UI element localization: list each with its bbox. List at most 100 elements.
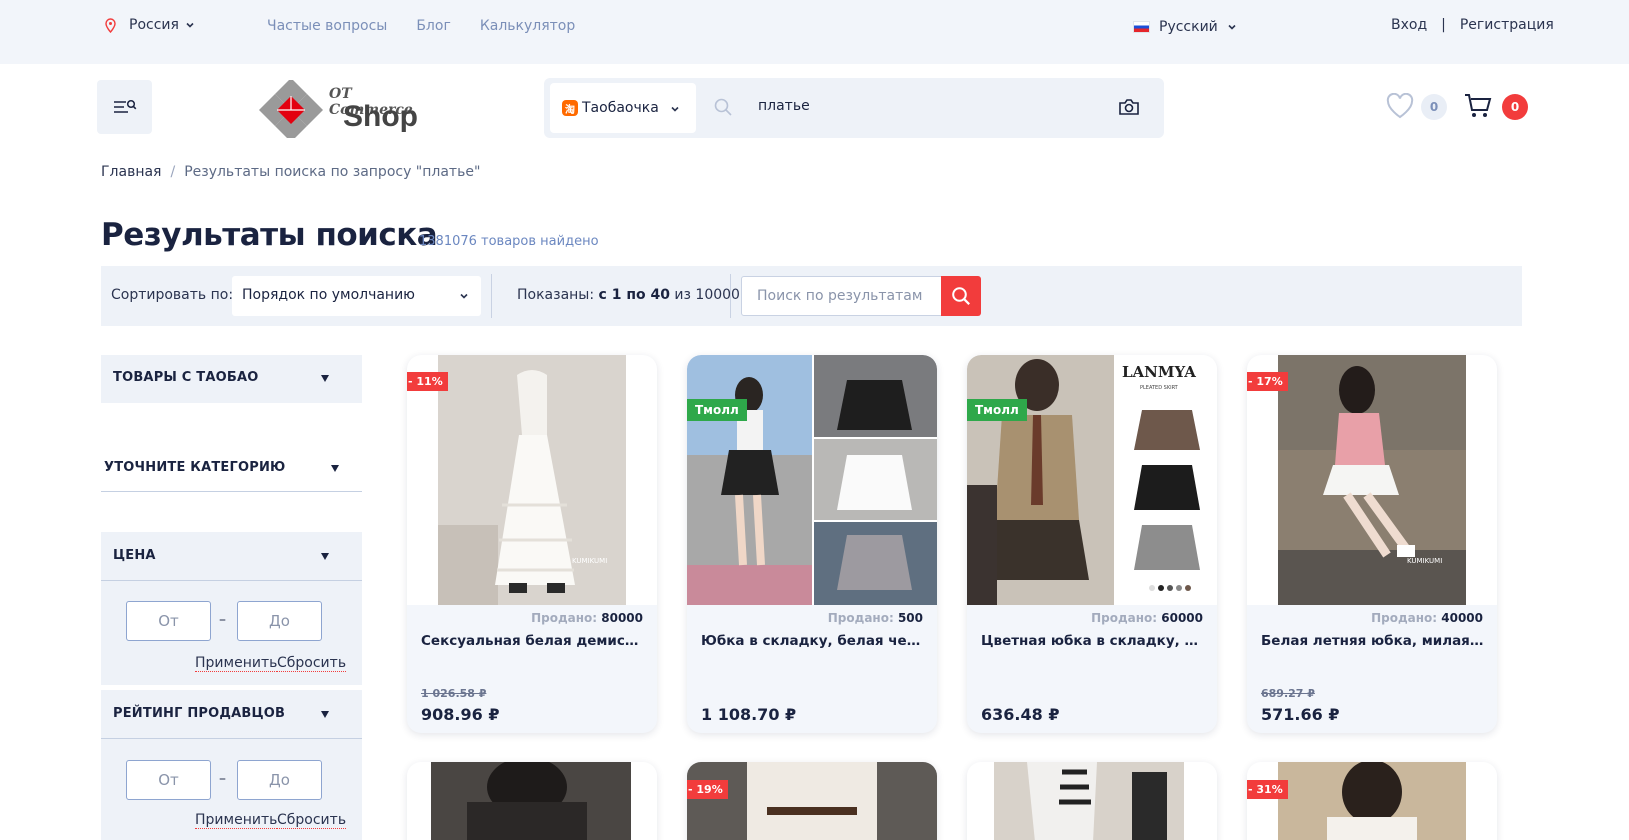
faq-link[interactable]: Частые вопросы — [267, 18, 387, 34]
divider — [101, 580, 362, 581]
tmall-badge: Тмолл — [967, 399, 1027, 421]
location-pin-icon — [105, 17, 116, 33]
sold-value: 80000 — [601, 611, 643, 625]
product-card[interactable]: KUMIKUMI - 11% Продано: 80000 Сексуальна… — [407, 355, 657, 733]
product-name[interactable]: Цветная юбка в складку, приталенная — [981, 633, 1205, 649]
login-link[interactable]: Вход — [1391, 17, 1427, 33]
breadcrumb: Главная / Результаты поиска по запросу "… — [101, 164, 480, 180]
sold-count: Продано: 500 — [828, 611, 923, 625]
language-label: Русский — [1159, 19, 1218, 35]
calculator-link[interactable]: Калькулятор — [480, 18, 575, 34]
site-logo[interactable]: OT Commerce Shop — [259, 78, 439, 142]
source-selector[interactable]: 淘 Таобаочка — [550, 83, 696, 133]
product-image[interactable] — [1247, 762, 1497, 840]
price-from-input[interactable]: От — [126, 601, 211, 641]
price-apply-link[interactable]: Применить — [195, 655, 278, 672]
old-price: 1 026.58 ₽ — [421, 687, 487, 700]
sold-label: Продано: — [1091, 611, 1158, 625]
heart-icon[interactable] — [1386, 93, 1414, 119]
product-image[interactable]: KUMIKUMI - 17% — [1247, 355, 1497, 605]
product-price: 1 108.70 ₽ — [701, 705, 797, 724]
chevron-down-icon — [671, 106, 679, 112]
triangle-down-icon — [321, 375, 329, 382]
image-watermark-text: KUMIKUMI — [1407, 557, 1442, 565]
filter-search-button[interactable] — [941, 276, 981, 316]
discount-badge: - 19% — [687, 780, 728, 799]
price-reset-link[interactable]: Сбросить — [277, 655, 347, 672]
sort-label: Сортировать по: — [111, 287, 234, 303]
filter-rating-title[interactable]: РЕЙТИНГ ПРОДАВЦОВ — [113, 706, 285, 721]
product-name[interactable]: Белая летняя юбка, милая мини юбка — [1261, 633, 1485, 649]
camera-icon[interactable] — [1118, 97, 1140, 117]
search-icon — [714, 98, 732, 116]
product-name[interactable]: Юбка в складку, белая черная юбка — [701, 633, 925, 649]
product-image[interactable] — [967, 762, 1217, 840]
breadcrumb-current: Результаты поиска по запросу "платье" — [184, 164, 481, 180]
brand-text: LANMYA — [1122, 363, 1196, 381]
shown-range: Показаны: с 1 по 40 из 10000 — [517, 287, 740, 303]
filter-results-input[interactable]: Поиск по результатам — [741, 276, 943, 316]
sold-label: Продано: — [531, 611, 598, 625]
source-label: Таобаочка — [582, 100, 659, 116]
cart-count-badge: 0 — [1502, 94, 1528, 120]
blog-link[interactable]: Блог — [416, 18, 450, 34]
product-image[interactable]: KUMIKUMI - 11% — [407, 355, 657, 605]
sold-value: 500 — [897, 611, 923, 625]
language-selector[interactable]: Русский — [1133, 19, 1237, 35]
search-bar: 淘 Таобаочка платье — [544, 78, 1164, 138]
product-price: 636.48 ₽ — [981, 705, 1060, 724]
old-price: 689.27 ₽ — [1261, 687, 1315, 700]
rating-apply-link[interactable]: Применить — [195, 812, 278, 829]
divider — [101, 491, 362, 492]
filter-taobao-title: ТОВАРЫ С ТАОБАО — [113, 370, 259, 385]
price-to-input[interactable]: До — [237, 601, 322, 641]
wishlist-count-badge: 0 — [1421, 94, 1447, 120]
filter-category-title[interactable]: УТОЧНИТЕ КАТЕГОРИЮ — [104, 460, 286, 475]
logo-bottom-text: Shop — [343, 100, 418, 133]
product-card[interactable]: - 31% — [1247, 762, 1497, 840]
top-bar: Россия Частые вопросы Блог Калькулятор Р… — [0, 0, 1629, 64]
chevron-down-icon — [460, 293, 468, 299]
auth-links: Вход | Регистрация — [1391, 17, 1554, 33]
rating-to-input[interactable]: До — [237, 760, 322, 800]
shown-range-value: с 1 по 40 — [598, 287, 670, 303]
rating-from-input[interactable]: От — [126, 760, 211, 800]
triangle-down-icon — [331, 465, 339, 472]
rating-reset-link[interactable]: Сбросить — [277, 812, 347, 829]
discount-badge: - 31% — [1247, 780, 1288, 799]
russia-flag-icon — [1133, 21, 1150, 33]
product-card[interactable]: LANMYA PLEATED SKIRT Тмолл Продано: 6000… — [967, 355, 1217, 733]
filter-price-title[interactable]: ЦЕНА — [113, 548, 156, 563]
product-name[interactable]: Сексуальная белая демисезонная юбка — [421, 633, 645, 649]
page-title: Результаты поиска — [101, 217, 438, 253]
catalog-menu-button[interactable] — [97, 80, 152, 134]
chevron-down-icon — [1228, 24, 1236, 30]
product-price: 571.66 ₽ — [1261, 705, 1340, 724]
region-selector[interactable]: Россия — [104, 17, 195, 33]
product-card[interactable]: Тмолл Продано: 500 Юбка в складку, белая… — [687, 355, 937, 733]
product-image[interactable]: Тмолл — [687, 355, 937, 605]
product-image[interactable] — [687, 762, 937, 840]
search-input[interactable]: платье — [758, 98, 810, 114]
product-image[interactable]: LANMYA PLEATED SKIRT Тмолл — [967, 355, 1217, 605]
shown-prefix: Показаны: — [517, 287, 595, 303]
breadcrumb-home[interactable]: Главная — [101, 164, 161, 180]
discount-badge: - 17% — [1247, 372, 1288, 391]
register-link[interactable]: Регистрация — [1460, 17, 1554, 33]
product-card[interactable]: KUMIKUMI - 17% Продано: 40000 Белая летн… — [1247, 355, 1497, 733]
top-links: Частые вопросы Блог Калькулятор — [267, 18, 575, 34]
product-price: 908.96 ₽ — [421, 705, 500, 724]
product-card[interactable] — [407, 762, 657, 840]
results-toolbar: Сортировать по: Порядок по умолчанию Пок… — [101, 266, 1522, 326]
product-card[interactable]: - 19% — [687, 762, 937, 840]
breadcrumb-separator: / — [170, 164, 176, 180]
sold-count: Продано: 40000 — [1371, 611, 1483, 625]
results-count: 1381076 товаров найдено — [419, 234, 599, 249]
discount-badge: - 11% — [407, 372, 448, 391]
product-card[interactable] — [967, 762, 1217, 840]
cart-icon[interactable] — [1464, 93, 1492, 119]
sort-select[interactable]: Порядок по умолчанию — [232, 276, 481, 316]
product-image[interactable] — [407, 762, 657, 840]
range-dash: – — [219, 771, 226, 787]
triangle-down-icon — [321, 553, 329, 560]
